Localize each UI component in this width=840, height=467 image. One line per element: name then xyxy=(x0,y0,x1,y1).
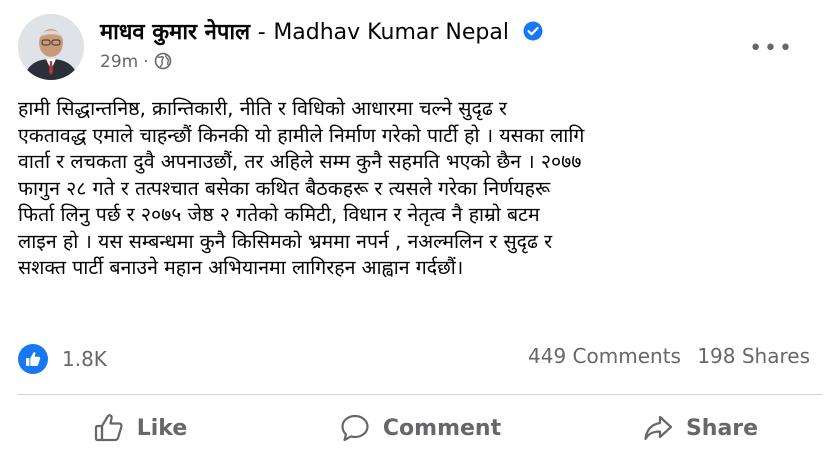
post-meta: 29m · xyxy=(100,52,172,75)
like-button[interactable]: Like xyxy=(0,408,280,448)
comment-button[interactable]: Comment xyxy=(280,408,560,448)
author-name-english[interactable]: Madhav Kumar Nepal xyxy=(273,20,509,45)
avatar[interactable] xyxy=(18,14,84,80)
author-name-nepali[interactable]: माधव कुमार नेपाल xyxy=(100,20,250,45)
reaction-count[interactable]: 1.8K xyxy=(62,347,107,371)
post-actions: Like Comment Share xyxy=(0,408,840,448)
post-text: हामी सिद्धान्तनिष्ठ, क्रान्तिकारी, नीति … xyxy=(18,97,585,279)
like-reaction-icon xyxy=(18,344,48,374)
author-name[interactable]: माधव कुमार नेपाल - Madhav Kumar Nepal xyxy=(100,16,543,47)
comment-icon xyxy=(341,414,369,442)
share-icon xyxy=(644,415,673,441)
divider xyxy=(18,394,822,395)
comments-count[interactable]: 449 Comments xyxy=(528,344,681,368)
post-timestamp[interactable]: 29m xyxy=(100,52,138,72)
more-options-icon[interactable]: ••• xyxy=(749,36,794,61)
engagement-counts: 449 Comments 198 Shares xyxy=(528,344,810,368)
facebook-post: माधव कुमार नेपाल - Madhav Kumar Nepal 29… xyxy=(0,0,840,467)
reactions-summary[interactable]: 1.8K xyxy=(18,344,107,374)
share-button[interactable]: Share xyxy=(560,408,840,448)
author-name-separator: - xyxy=(257,20,266,45)
meta-dot: · xyxy=(143,52,149,72)
like-label: Like xyxy=(136,415,188,441)
globe-icon[interactable] xyxy=(154,52,172,75)
shares-count[interactable]: 198 Shares xyxy=(697,344,810,368)
like-icon xyxy=(94,414,123,442)
verified-badge-icon xyxy=(523,21,543,47)
comment-label: Comment xyxy=(382,415,502,441)
share-label: Share xyxy=(685,415,759,441)
